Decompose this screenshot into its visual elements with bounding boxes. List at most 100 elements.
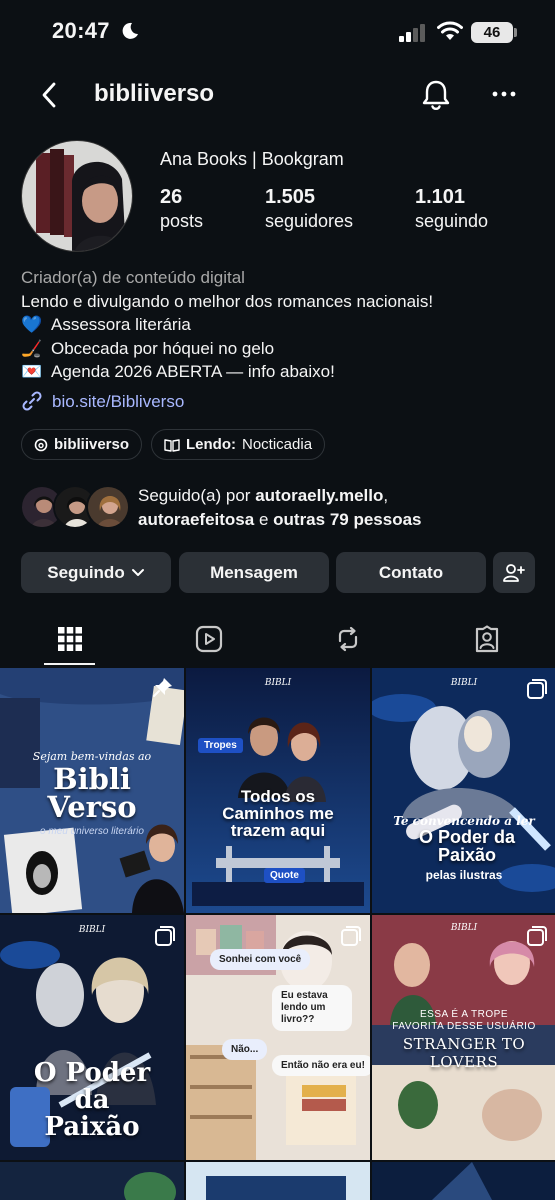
- post-line2: FAVORITA DESSE USUÁRIO: [392, 1021, 536, 1032]
- carousel-icon: [155, 926, 175, 946]
- bio-line: 💌 Agenda 2026 ABERTA — info abaixo!: [21, 360, 541, 384]
- followed-by-user: autoraelly.mello: [255, 486, 384, 505]
- stat-followers[interactable]: 1.505 seguidores: [265, 186, 353, 232]
- bell-icon[interactable]: [420, 78, 452, 112]
- stat-followers-label: seguidores: [265, 211, 354, 231]
- cellular-signal-icon: [399, 24, 425, 42]
- message-button[interactable]: Mensagem: [179, 552, 329, 593]
- post-tile[interactable]: BIBLI ESSA É A TROPE FAVORITA DESSE USUÁ…: [372, 915, 555, 1160]
- posts-grid: Sejam bem-vindas ao Bibli Verso o meu un…: [0, 668, 555, 1200]
- contact-button[interactable]: Contato: [336, 552, 486, 593]
- bio-category: Criador(a) de conteúdo digital: [21, 268, 245, 287]
- stat-following[interactable]: 1.101 seguindo: [415, 186, 488, 232]
- suggest-people-button[interactable]: [493, 552, 535, 593]
- followed-by-text[interactable]: Seguido(a) por autoraelly.mello, autorae…: [138, 484, 548, 532]
- link-icon: [22, 391, 42, 411]
- tagged-person-icon: [475, 625, 498, 653]
- tab-reels[interactable]: [139, 612, 278, 666]
- tab-tagged[interactable]: [417, 612, 555, 666]
- followed-by-others: outras 79 pessoas: [273, 510, 422, 529]
- stat-following-value: 1.101: [415, 186, 466, 208]
- threads-handle: bibliiverso: [54, 436, 130, 453]
- chat-bubble: Não...: [222, 1039, 268, 1060]
- wifi-icon: [437, 21, 463, 40]
- book-icon: [164, 438, 180, 452]
- stat-followers-value: 1.505: [265, 186, 316, 208]
- carousel-icon: [341, 926, 361, 946]
- repost-icon: [338, 626, 357, 652]
- bio-line-text: Lendo e divulgando o melhor dos romances…: [21, 291, 434, 311]
- bio-line: Lendo e divulgando o melhor dos romances…: [21, 290, 541, 314]
- status-bar: 20:47 46: [0, 0, 555, 66]
- bio-line-text: Assessora literária: [51, 315, 191, 334]
- post-title: O Poder da Paixão: [33, 1058, 151, 1142]
- post-title: STRANGER TO LOVERS: [402, 1035, 526, 1071]
- bio-link[interactable]: bio.site/Bibliverso: [21, 390, 541, 414]
- bio-link-text: bio.site/Bibliverso: [52, 391, 185, 411]
- moon-icon: [122, 22, 138, 39]
- chat-bubble: Sonhei com você: [210, 949, 311, 970]
- post-tile[interactable]: Sonhei com você Eu estava lendo um livro…: [186, 915, 370, 1160]
- tab-reposts[interactable]: [278, 612, 417, 666]
- mutual-followers-avatars[interactable]: [20, 485, 130, 529]
- following-button-label: Seguindo: [47, 562, 125, 582]
- post-subtitle: o meu universo literário: [40, 826, 144, 837]
- post-tile[interactable]: BIBLI O Poder da Paixão: [0, 915, 184, 1160]
- profile-tabs: [0, 612, 555, 666]
- carousel-icon: [527, 926, 547, 946]
- followed-by-separator: ,: [383, 486, 389, 505]
- contact-button-label: Contato: [378, 562, 444, 582]
- bio-line-text: Obcecada por hóquei no gelo: [51, 338, 275, 358]
- following-button[interactable]: Seguindo: [21, 552, 171, 593]
- post-title-line2: Verso: [47, 790, 137, 824]
- post-tile[interactable]: Sejam bem-vindas ao Bibli Verso o meu un…: [0, 668, 184, 913]
- bio-line: 🏒 Obcecada por hóquei no gelo: [21, 337, 541, 361]
- post-tag: Quote: [264, 868, 305, 883]
- avatar[interactable]: [21, 140, 133, 252]
- bio-line-text: Agenda 2026 ABERTA — info abaixo!: [51, 362, 335, 381]
- followed-by-user: autoraefeitosa: [138, 510, 255, 529]
- more-options-icon[interactable]: [491, 84, 517, 104]
- reading-chip[interactable]: Lendo: Nocticadia: [151, 429, 326, 460]
- chat-bubble: Eu estava lendo um livro??: [272, 985, 352, 1031]
- post-tile[interactable]: Tropes Todos os Caminhos me trazem aqui …: [186, 668, 370, 913]
- post-line1: Te convencendo a ler: [393, 814, 535, 828]
- post-title: O Poder da Paixão: [418, 827, 516, 865]
- battery-indicator: 46: [471, 22, 513, 43]
- pin-icon: [153, 678, 172, 697]
- blue-heart-icon: 💙: [21, 315, 43, 334]
- reading-title: Nocticadia: [242, 436, 313, 453]
- mutual-avatar: [86, 485, 130, 529]
- battery-tip: [514, 28, 517, 37]
- stat-posts-value: 26: [160, 186, 183, 208]
- post-tile[interactable]: [186, 1162, 370, 1200]
- post-tile[interactable]: [0, 1162, 184, 1200]
- followed-by-prefix: Seguido(a) por: [138, 486, 251, 505]
- post-tile[interactable]: [372, 1162, 555, 1200]
- back-icon[interactable]: [36, 80, 64, 110]
- post-image: [0, 1162, 184, 1200]
- hockey-stick-icon: 🏒: [21, 338, 43, 358]
- tab-grid[interactable]: [0, 612, 139, 666]
- post-tag: Tropes: [198, 738, 243, 753]
- avatar-photo: [22, 141, 132, 251]
- status-time: 20:47: [52, 18, 110, 43]
- profile-header: bibliiverso: [0, 70, 555, 120]
- bio-line: 💙 Assessora literária: [21, 313, 541, 337]
- post-line3: pelas ilustras: [425, 868, 503, 882]
- post-line1: ESSA É A TROPE: [420, 1009, 508, 1020]
- active-tab-indicator: [44, 663, 95, 665]
- followed-by-conjunction: e: [258, 510, 269, 529]
- post-tile[interactable]: BIBLI Te convencendo a ler O Poder da Pa…: [372, 668, 555, 913]
- message-button-label: Mensagem: [210, 562, 298, 582]
- post-image: [372, 1162, 555, 1200]
- post-logo: BIBLI: [264, 678, 292, 688]
- bio: Criador(a) de conteúdo digital Lendo e d…: [21, 266, 541, 413]
- threads-chip[interactable]: bibliiverso: [21, 429, 143, 460]
- chat-bubble: Então não era eu!: [272, 1055, 370, 1076]
- threads-icon: [34, 438, 48, 451]
- stat-posts[interactable]: 26 posts: [160, 186, 203, 232]
- page-title: bibliiverso: [94, 80, 215, 107]
- reels-icon: [195, 625, 222, 653]
- grid-icon: [57, 627, 82, 651]
